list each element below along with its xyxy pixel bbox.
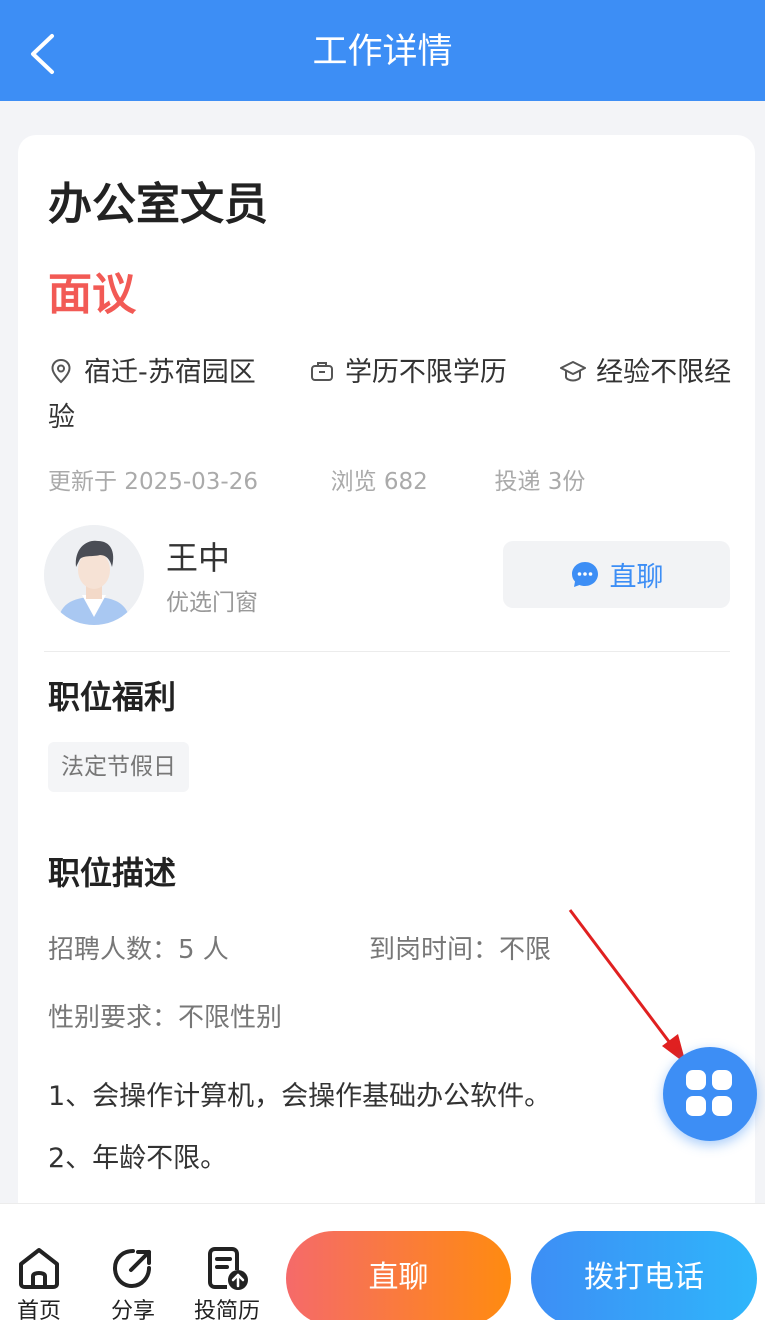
education-text: 学历不限学历 xyxy=(344,357,507,388)
briefcase-icon xyxy=(310,362,333,381)
floating-menu-button[interactable] xyxy=(663,1047,757,1141)
avatar[interactable] xyxy=(44,525,144,625)
description-line: 1、会操作计算机，会操作基础办公软件。 xyxy=(48,1081,552,1112)
recruiter-name: 王中 xyxy=(166,539,231,577)
job-detail-card: 办公室文员 面议 宿迁-苏宿园区 学历不限学历 经验不限经验 更新于 2025-… xyxy=(18,135,755,1220)
submit-resume-button[interactable]: 投简历 xyxy=(184,1244,270,1320)
education-tag: 学历不限学历 xyxy=(300,357,515,388)
gender-requirement: 性别要求：不限性别 xyxy=(48,1003,283,1033)
chat-bubble-icon xyxy=(571,561,598,587)
description-title: 职位描述 xyxy=(48,854,177,892)
app-header: 工作详情 xyxy=(0,0,765,101)
job-meta: 更新于 2025-03-26 浏览 682 投递 3份 xyxy=(48,465,585,499)
share-button[interactable]: 分享 xyxy=(90,1244,176,1320)
benefits-title: 职位福利 xyxy=(48,678,177,716)
graduation-cap-icon xyxy=(560,361,587,382)
recruiter-chat-button[interactable]: 直聊 xyxy=(503,541,730,608)
resume-upload-icon xyxy=(208,1247,248,1290)
job-title: 办公室文员 xyxy=(48,179,268,230)
location-text: 宿迁-苏宿园区 xyxy=(84,357,256,388)
recruiter-company: 优选门窗 xyxy=(166,590,258,616)
share-icon xyxy=(112,1249,151,1289)
location-tag: 宿迁-苏宿园区 xyxy=(48,357,264,388)
recruiter-chat-label: 直聊 xyxy=(609,562,664,593)
application-count: 投递 3份 xyxy=(494,469,586,495)
job-requirements: 宿迁-苏宿园区 学历不限学历 经验不限经验 xyxy=(48,350,758,440)
benefit-tag: 法定节假日 xyxy=(48,742,189,792)
home-icon xyxy=(19,1248,59,1289)
headcount: 招聘人数：5 人 xyxy=(48,935,229,965)
update-date: 更新于 2025-03-26 xyxy=(48,469,258,495)
home-button[interactable]: 首页 xyxy=(0,1244,82,1320)
bottom-action-bar: 首页 分享 投简历 直聊 拨打电话 xyxy=(0,1203,765,1320)
page-title: 工作详情 xyxy=(312,32,453,72)
view-count: 浏览 682 xyxy=(330,469,428,495)
location-pin-icon xyxy=(51,358,71,384)
description-line: 2、年龄不限。 xyxy=(48,1143,228,1174)
share-label: 分享 xyxy=(110,1299,155,1320)
user-avatar-icon xyxy=(44,525,144,625)
salary: 面议 xyxy=(48,269,136,320)
home-label: 首页 xyxy=(16,1299,61,1320)
divider xyxy=(44,651,730,652)
start-time: 到岗时间：不限 xyxy=(369,935,552,965)
chat-button[interactable]: 直聊 xyxy=(286,1231,511,1320)
submit-resume-label: 投简历 xyxy=(193,1299,260,1320)
call-button[interactable]: 拨打电话 xyxy=(531,1231,757,1320)
